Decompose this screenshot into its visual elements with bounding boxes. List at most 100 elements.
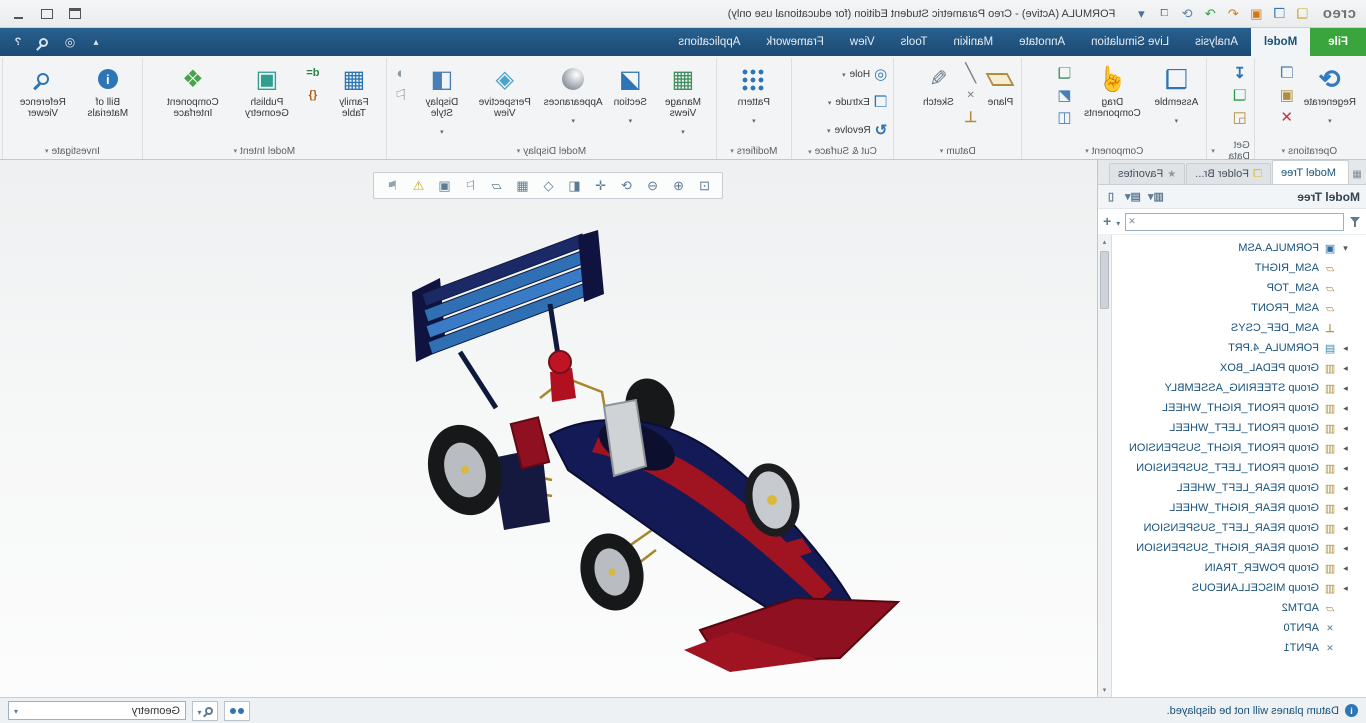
group-label-get-data[interactable]: Get Data	[1211, 140, 1250, 162]
hole-button[interactable]: Hole	[840, 60, 889, 88]
create-component-button[interactable]	[1054, 64, 1074, 82]
tree-row[interactable]: ASM_FRONT	[1112, 298, 1366, 318]
expander-icon[interactable]	[1341, 443, 1350, 454]
clear-search-icon[interactable]	[1128, 216, 1136, 227]
selection-filter-combo[interactable]: Geometry	[8, 701, 186, 720]
display-style-caret-icon[interactable]	[440, 121, 444, 139]
capture-icon[interactable]: ▣	[433, 175, 457, 196]
tree-row[interactable]: Group REAR_RIGHT_SUSPENSION	[1112, 538, 1366, 558]
zoom-out-icon[interactable]: ⊖	[641, 175, 665, 196]
paste-button[interactable]	[1277, 86, 1297, 104]
parameters-button[interactable]	[303, 64, 323, 82]
regenerate-quick-icon[interactable]: ⟳	[1177, 4, 1197, 24]
maximize-icon[interactable]	[34, 4, 60, 24]
include-component-button[interactable]	[1054, 108, 1074, 126]
warning-icon[interactable]: ⚠	[407, 175, 431, 196]
minimize-ribbon-icon[interactable]	[88, 34, 104, 50]
tree-search-input[interactable]	[1125, 212, 1344, 231]
manage-views-caret-icon[interactable]	[681, 121, 685, 139]
help-icon[interactable]	[10, 34, 26, 50]
repaint-icon[interactable]: ⟳	[615, 175, 639, 196]
save-icon[interactable]: ▣	[1246, 4, 1266, 24]
pattern-button[interactable]: Pattern	[734, 60, 774, 131]
perspective-view-button[interactable]: Perspective View	[473, 60, 537, 122]
expand-all-icon[interactable]	[1103, 213, 1111, 231]
windows-icon[interactable]: ❐	[1154, 4, 1174, 24]
relations-button[interactable]	[303, 86, 323, 104]
group-label-model-intent[interactable]: Model Intent	[147, 143, 382, 159]
publish-geometry-button[interactable]: Publish Geometry	[234, 60, 300, 122]
bill-of-materials-button[interactable]: Bill of Materials	[78, 60, 138, 122]
manage-views-button[interactable]: Manage Views	[654, 60, 712, 142]
tree-row[interactable]: ASM_RIGHT	[1112, 258, 1366, 278]
scroll-up-icon[interactable]: ▴	[1098, 235, 1111, 249]
tree-row[interactable]: Group POWER_TRAIN	[1112, 558, 1366, 578]
open-icon[interactable]: ❒	[1269, 4, 1289, 24]
tree-row[interactable]: Group STEERING_ASSEMBLY	[1112, 378, 1366, 398]
tree-row[interactable]: Group PEDAL_BOX	[1112, 358, 1366, 378]
tab-applications[interactable]: Applications	[665, 28, 753, 56]
saved-orientations-icon[interactable]: ◇	[537, 175, 561, 196]
scroll-down-icon[interactable]: ▾	[1098, 683, 1111, 697]
tree-row[interactable]: APNT1	[1112, 638, 1366, 658]
tree-row[interactable]: Group REAR_RIGHT_WHEEL	[1112, 498, 1366, 518]
undo-icon[interactable]: ↶	[1223, 4, 1243, 24]
hole-caret-icon[interactable]	[842, 69, 846, 80]
tab-analysis[interactable]: Analysis	[1182, 28, 1251, 56]
component-interface-button[interactable]: Component Interface	[155, 60, 231, 122]
axis-button[interactable]	[961, 64, 981, 82]
expander-icon[interactable]	[1341, 483, 1350, 494]
tab-annotate[interactable]: Annotate	[1006, 28, 1078, 56]
tab-model[interactable]: Model	[1250, 28, 1311, 56]
redo-icon[interactable]: ↷	[1200, 4, 1220, 24]
tree-row[interactable]: ASM_TOP	[1112, 278, 1366, 298]
new-icon[interactable]: ❏	[1292, 4, 1312, 24]
group-label-cut-surface[interactable]: Cut & Surface	[796, 144, 889, 159]
tree-row[interactable]: Group REAR_LEFT_WHEEL	[1112, 478, 1366, 498]
annotation-display-icon[interactable]: ⚐	[459, 175, 483, 196]
csys-button[interactable]	[961, 108, 981, 126]
expander-icon[interactable]	[1341, 463, 1350, 474]
display-style-button[interactable]: Display Style	[414, 60, 470, 142]
sketch-button[interactable]: Sketch	[919, 60, 958, 111]
tree-row[interactable]: ADTM2	[1112, 598, 1366, 618]
copy-button[interactable]	[1277, 64, 1297, 82]
expander-icon[interactable]	[1341, 503, 1350, 514]
tree-row[interactable]: Group MISCELLANEOUS	[1112, 578, 1366, 598]
group-label-modifiers[interactable]: Modifiers	[721, 143, 787, 159]
tree-scrollbar[interactable]: ▴ ▾	[1098, 235, 1112, 697]
expander-icon[interactable]	[1341, 423, 1350, 434]
scene-button[interactable]	[391, 64, 411, 82]
tree-row[interactable]: Group REAR_LEFT_SUSPENSION	[1112, 518, 1366, 538]
section-caret-icon[interactable]	[629, 110, 633, 128]
revolve-caret-icon[interactable]	[827, 125, 831, 136]
drag-components-button[interactable]: Drag Components	[1077, 60, 1147, 122]
datum-display-filters-icon[interactable]: ▱	[485, 175, 509, 196]
tree-row[interactable]: FORMULA.ASM	[1112, 238, 1366, 258]
minimize-icon[interactable]	[6, 4, 32, 24]
tree-column-icon[interactable]: ▯	[1104, 189, 1118, 205]
expander-icon[interactable]	[1341, 403, 1350, 414]
tree-row[interactable]: Group FRONT_RIGHT_SUSPENSION	[1112, 438, 1366, 458]
tree-row[interactable]: Group FRONT_RIGHT_WHEEL	[1112, 398, 1366, 418]
tab-view[interactable]: View	[837, 28, 888, 56]
pattern-caret-icon[interactable]	[752, 110, 756, 128]
assemble-button[interactable]: Assemble	[1150, 60, 1202, 131]
search-tools-button[interactable]	[192, 700, 218, 721]
tab-manikin[interactable]: Manikin	[940, 28, 1006, 56]
appearances-button[interactable]: Appearances	[540, 60, 607, 131]
revolve-button[interactable]: Revolve	[825, 116, 889, 144]
navigator-grid-icon[interactable]	[1350, 164, 1364, 184]
expander-icon[interactable]	[1341, 543, 1350, 554]
tree-settings-icon[interactable]: ▥▾	[1148, 189, 1164, 205]
delete-button[interactable]	[1277, 108, 1297, 126]
expander-icon[interactable]	[1341, 363, 1350, 374]
reference-viewer-button[interactable]: Reference Viewer	[11, 60, 75, 122]
window-mode-icon[interactable]	[62, 4, 88, 24]
spin-center-icon[interactable]: ✛	[589, 175, 613, 196]
expander-icon[interactable]	[1341, 243, 1350, 254]
flag-icon[interactable]: ⚑	[381, 175, 405, 196]
tree-display-icon[interactable]: ▤▾	[1125, 189, 1141, 205]
extrude-button[interactable]: Extrude	[826, 88, 889, 116]
expander-icon[interactable]	[1341, 383, 1350, 394]
